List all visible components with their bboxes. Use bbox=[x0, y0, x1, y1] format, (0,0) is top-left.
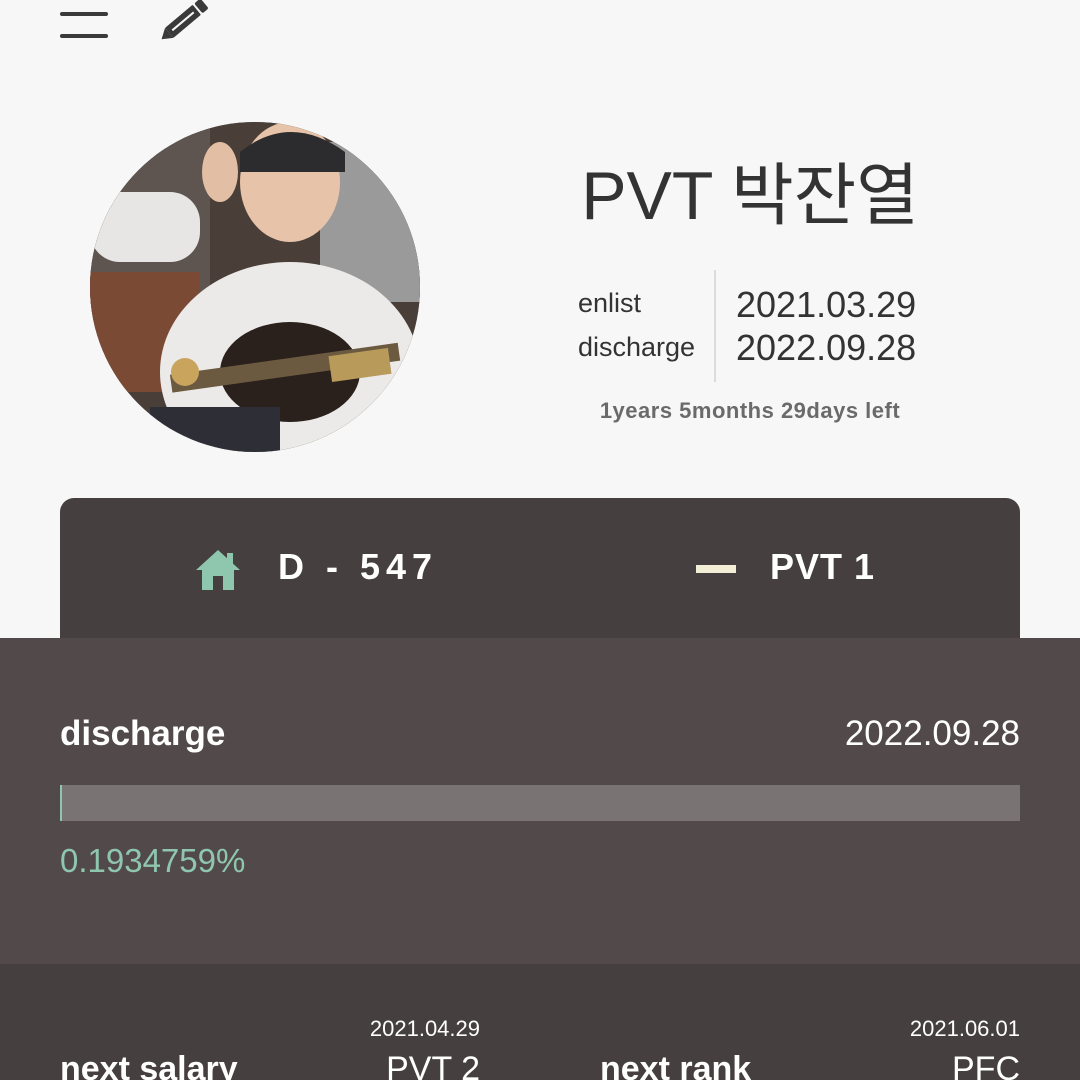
hamburger-menu-icon[interactable] bbox=[60, 12, 108, 42]
discharge-progress-section: discharge 2022.09.28 0.1934759% bbox=[0, 638, 1080, 964]
next-milestones-section: 2021.04.29 next salary PVT 2 2021.06.01 … bbox=[0, 964, 1080, 1080]
enlist-date: 2021.03.29 bbox=[736, 284, 917, 325]
next-salary-value: PVT 2 bbox=[386, 1050, 480, 1080]
profile-avatar[interactable] bbox=[90, 122, 420, 452]
next-rank-value: PFC bbox=[952, 1050, 1020, 1080]
progress-bar-fill bbox=[60, 785, 62, 821]
next-rank-label: next rank bbox=[600, 1050, 752, 1080]
current-rank: PVT 1 bbox=[770, 546, 876, 587]
discharge-date: 2022.09.28 bbox=[736, 327, 917, 368]
progress-date: 2022.09.28 bbox=[844, 714, 1020, 753]
discharge-label: discharge bbox=[578, 332, 696, 362]
dday-count: D - 547 bbox=[278, 546, 439, 587]
next-rank-date: 2021.06.01 bbox=[909, 1016, 1020, 1041]
top-toolbar bbox=[0, 0, 1080, 60]
next-salary-date: 2021.04.29 bbox=[369, 1016, 480, 1041]
home-icon bbox=[194, 548, 242, 592]
dday-card[interactable]: D - 547 PVT 1 bbox=[60, 498, 1020, 648]
progress-percent: 0.1934759% bbox=[60, 842, 246, 879]
pencil-edit-icon[interactable] bbox=[158, 0, 212, 42]
next-salary-label: next salary bbox=[60, 1050, 238, 1080]
dates-divider bbox=[714, 270, 716, 382]
time-left-text: 1years 5months 29days left bbox=[599, 398, 901, 423]
progress-bar bbox=[60, 785, 1020, 821]
soldier-name: PVT 박잔열 bbox=[581, 158, 919, 234]
rank-insignia-icon bbox=[696, 565, 736, 573]
enlist-label: enlist bbox=[578, 288, 642, 318]
service-dates: enlist discharge 2021.03.29 2022.09.28 bbox=[578, 270, 978, 385]
progress-label: discharge bbox=[60, 714, 226, 753]
